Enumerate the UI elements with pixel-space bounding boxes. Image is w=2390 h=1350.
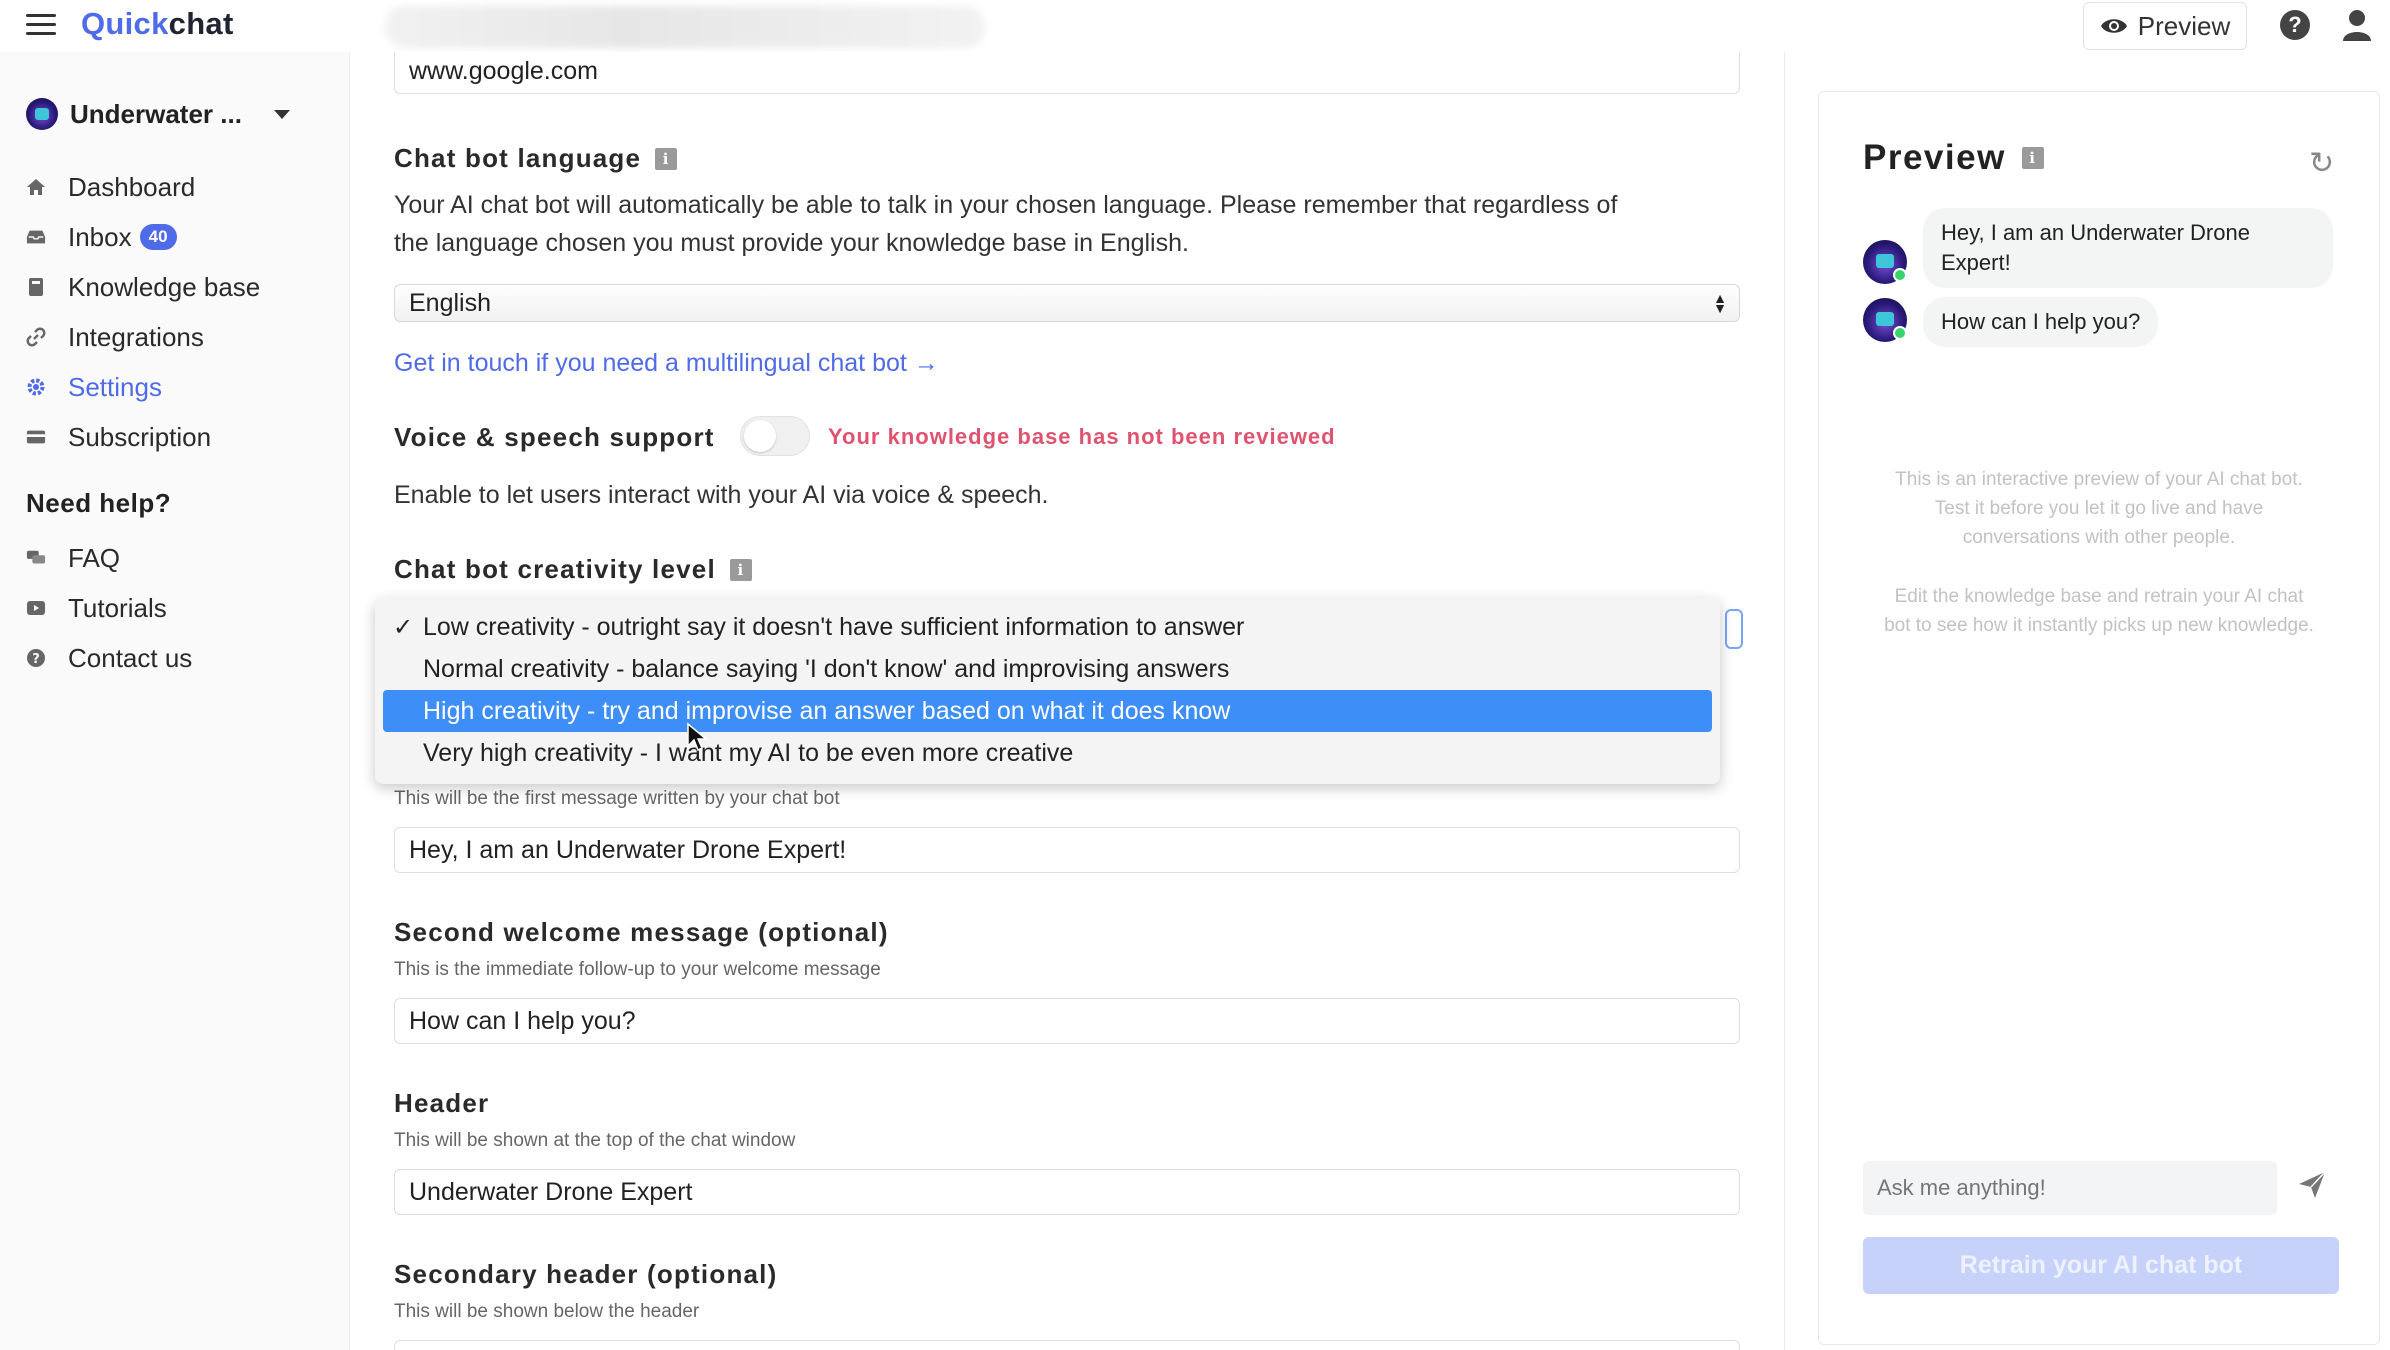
secondary-header-help: This will be shown below the header [394, 1301, 700, 1322]
preview-info-text: Edit the knowledge base and retrain your… [1884, 586, 2314, 636]
voice-title: Voice & speech support [394, 422, 715, 452]
preview-panel: Preview i ↻ Hey, I am an Underwater Dron… [1818, 91, 2380, 1345]
select-arrows-icon: ▲ ▼ [1713, 290, 1727, 316]
help-heading: Need help? [26, 488, 172, 518]
header-field[interactable]: Underwater Drone Expert [394, 1169, 1740, 1215]
nav-label: Subscription [68, 421, 212, 452]
nav-item-faq[interactable]: FAQ [26, 533, 192, 583]
home-icon [26, 177, 46, 197]
hamburger-menu-icon[interactable] [26, 12, 58, 38]
eye-icon [2100, 19, 2127, 33]
creativity-dropdown: ✓ Low creativity - outright say it doesn… [375, 598, 1720, 784]
header-help: This will be shown at the top of the cha… [394, 1130, 796, 1151]
nav-label: Integrations [68, 321, 204, 352]
preview-button-label: Preview [2137, 10, 2231, 41]
question-circle-icon: ? [26, 648, 46, 668]
second-welcome-help: This is the immediate follow-up to your … [394, 959, 881, 980]
preview-info-text: This is an interactive preview of your A… [1895, 469, 2303, 548]
nav-item-knowledge-base[interactable]: Knowledge base [26, 262, 260, 312]
nav-label: Inbox [68, 221, 132, 252]
preview-button[interactable]: Preview [2083, 2, 2247, 50]
voice-toggle[interactable] [740, 416, 810, 456]
nav-label: Tutorials [68, 592, 167, 623]
refresh-icon[interactable]: ↻ [2309, 146, 2334, 181]
dropdown-option-normal[interactable]: Normal creativity - balance saying 'I do… [383, 648, 1712, 690]
nav-label: Settings [68, 371, 162, 402]
info-icon[interactable]: i [2021, 147, 2044, 169]
language-title: Chat bot language i [394, 143, 678, 174]
second-welcome-field[interactable]: How can I help you? [394, 998, 1740, 1044]
voice-warning: Your knowledge base has not been reviewe… [828, 424, 1336, 449]
voice-description: Enable to let users interact with your A… [394, 481, 1049, 509]
workspace-avatar [26, 98, 58, 130]
bot-avatar [1863, 298, 1907, 342]
workspace-switcher[interactable]: Underwater ... [26, 98, 290, 130]
language-description: Your AI chat bot will automatically be a… [394, 191, 1618, 257]
nav-item-dashboard[interactable]: Dashboard [26, 162, 260, 212]
preview-title: Preview i [1863, 138, 2044, 178]
retrain-button[interactable]: Retrain your AI chat bot [1863, 1237, 2339, 1294]
book-icon [26, 277, 46, 297]
svg-text:?: ? [32, 652, 40, 667]
user-icon[interactable] [2342, 9, 2372, 41]
nav-label: FAQ [68, 542, 121, 573]
workspace-name: Underwater ... [70, 98, 242, 129]
creativity-title: Chat bot creativity level i [394, 554, 752, 585]
checkmark-icon: ✓ [393, 613, 414, 641]
creativity-select[interactable] [1725, 609, 1743, 649]
top-bar: Quickchat Preview ? [0, 0, 2390, 52]
nav-label: Dashboard [68, 171, 196, 202]
welcome-message-field[interactable]: Hey, I am an Underwater Drone Expert! [394, 827, 1740, 873]
sidebar: Underwater ... Dashboard Inbox 40 Knowle… [0, 52, 350, 1350]
multilingual-link[interactable]: Get in touch if you need a multilingual … [394, 349, 939, 378]
welcome-help: This will be the first message written b… [394, 788, 840, 809]
bot-avatar [1863, 240, 1907, 284]
nav-item-contact[interactable]: ? Contact us [26, 633, 192, 683]
caret-down-icon [273, 109, 290, 119]
nav-item-integrations[interactable]: Integrations [26, 312, 260, 362]
help-nav: FAQ Tutorials ? Contact us [26, 533, 192, 683]
language-select[interactable]: English ▲ ▼ [394, 284, 1740, 322]
video-icon [26, 598, 46, 618]
dropdown-option-high[interactable]: High creativity - try and improvise an a… [383, 690, 1712, 732]
nav-item-tutorials[interactable]: Tutorials [26, 583, 192, 633]
link-icon [26, 327, 46, 347]
send-icon[interactable] [2297, 1170, 2327, 1200]
second-welcome-title: Second welcome message (optional) [394, 917, 889, 947]
header-title: Header [394, 1088, 490, 1118]
dropdown-option-very-high[interactable]: Very high creativity - I want my AI to b… [383, 732, 1712, 774]
mouse-cursor-icon [687, 722, 708, 752]
inbox-icon [26, 227, 46, 247]
brand-logo[interactable]: Quickchat [81, 6, 234, 42]
info-icon[interactable]: i [729, 558, 752, 581]
nav-item-subscription[interactable]: Subscription [26, 412, 260, 462]
dropdown-option-low[interactable]: ✓ Low creativity - outright say it doesn… [383, 606, 1712, 648]
inbox-count-badge: 40 [139, 224, 177, 250]
chat-bubble: Hey, I am an Underwater Drone Expert! [1923, 208, 2333, 288]
help-icon[interactable]: ? [2280, 10, 2310, 40]
nav-item-settings[interactable]: Settings [26, 362, 260, 412]
chat-bubble: How can I help you? [1923, 297, 2159, 347]
arrow-right-icon: → [913, 349, 939, 377]
nav-label: Knowledge base [68, 271, 261, 302]
gear-icon [26, 377, 46, 397]
info-icon[interactable]: i [655, 147, 678, 170]
chat-input[interactable] [1863, 1161, 2277, 1215]
nav-item-inbox[interactable]: Inbox 40 [26, 212, 260, 262]
nav-label: Contact us [68, 642, 193, 673]
secondary-header-field[interactable] [394, 1340, 1740, 1350]
blurred-region [385, 6, 985, 48]
website-field[interactable]: www.google.com [394, 52, 1740, 94]
secondary-header-title: Secondary header (optional) [394, 1259, 778, 1289]
chat-bubbles-icon [26, 548, 46, 568]
main-nav: Dashboard Inbox 40 Knowledge base Integr… [26, 162, 260, 462]
credit-card-icon [26, 427, 46, 447]
